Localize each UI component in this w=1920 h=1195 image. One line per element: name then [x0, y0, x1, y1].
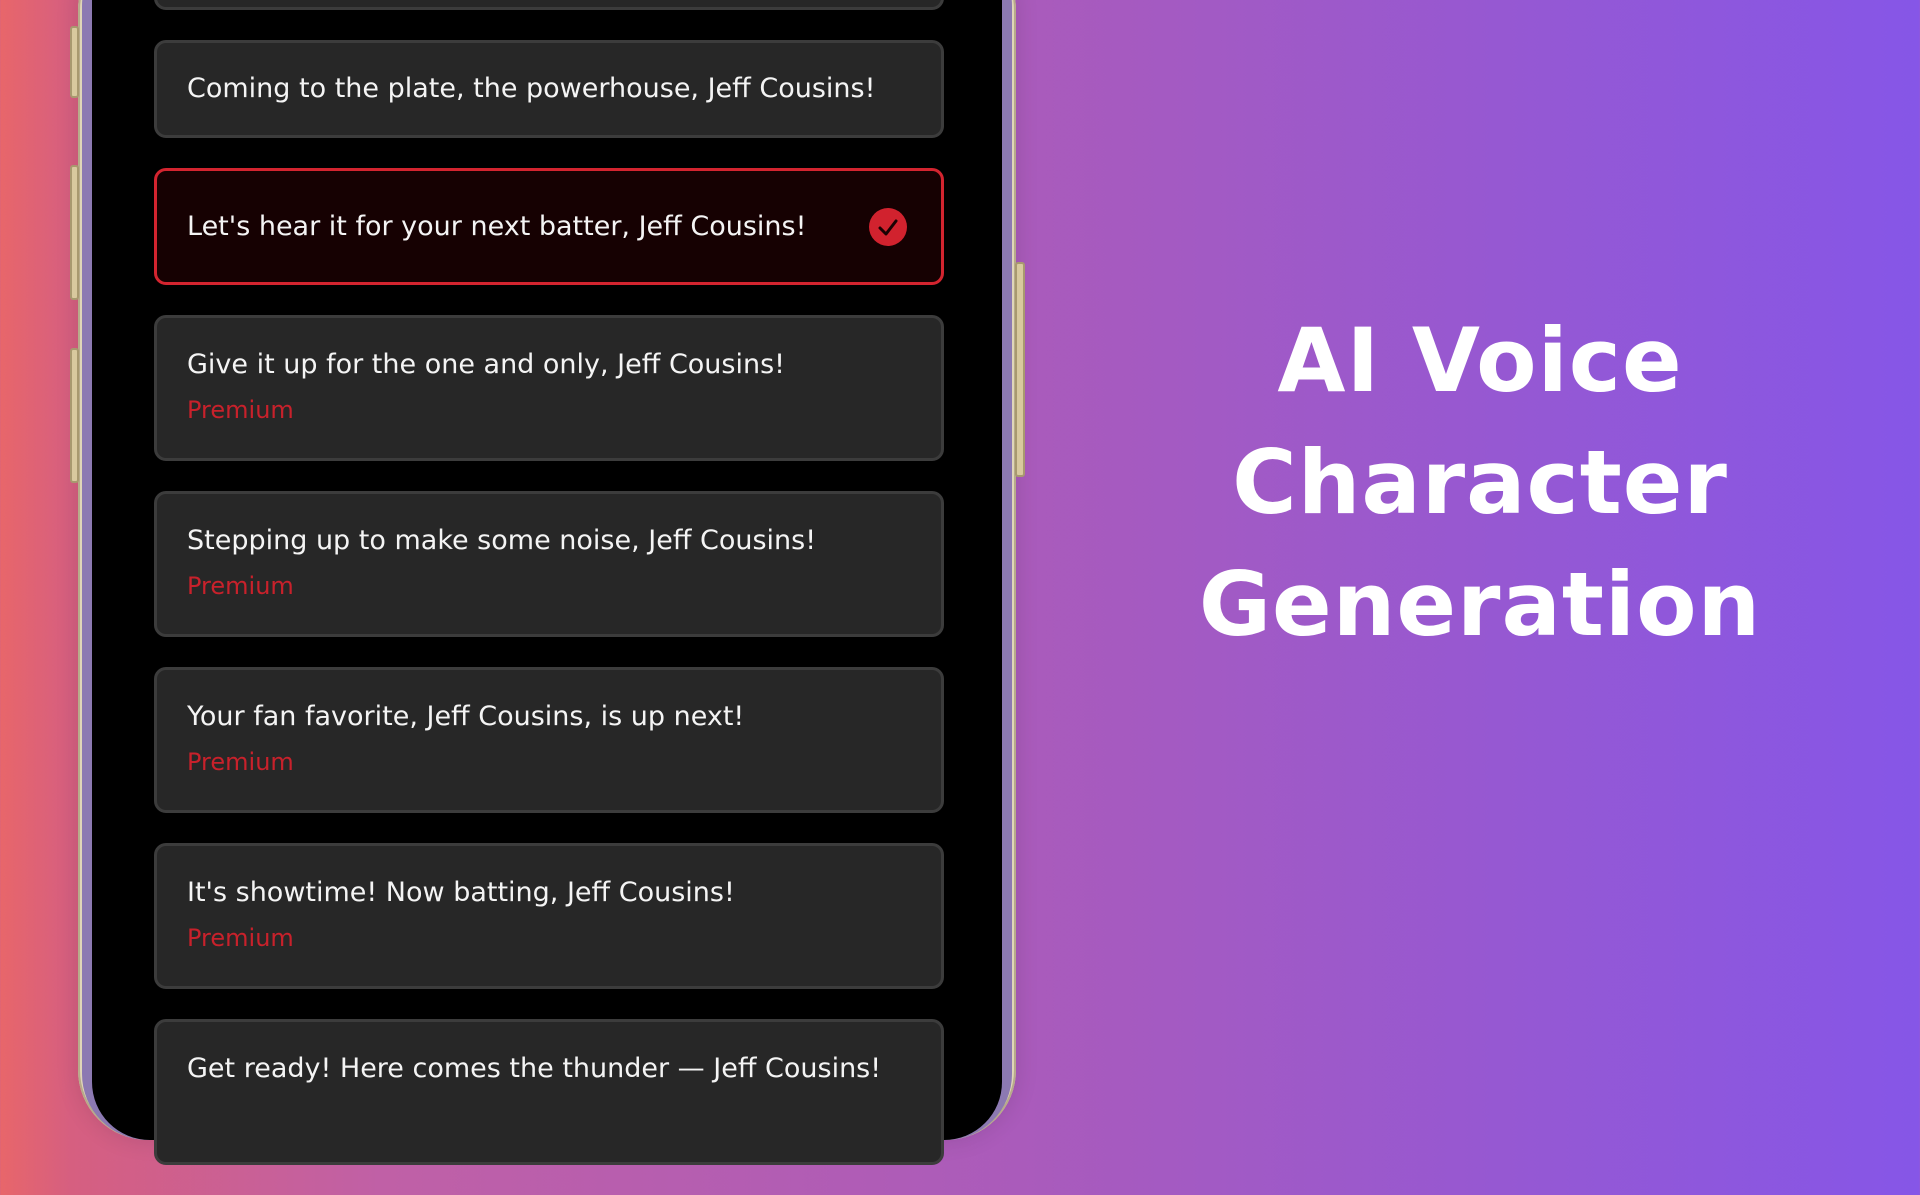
option-text: It's showtime! Now batting, Jeff Cousins… [187, 877, 735, 908]
premium-badge: Premium [187, 748, 294, 776]
premium-badge: Premium [187, 924, 294, 952]
announcement-option[interactable]: Give it up for the one and only, Jeff Co… [154, 315, 944, 461]
volume-up-button [70, 165, 79, 300]
announcement-option[interactable]: Coming to the plate, the powerhouse, Jef… [154, 40, 944, 138]
option-text: Let's hear it for your next batter, Jeff… [187, 210, 807, 242]
premium-badge: Premium [187, 396, 294, 424]
announcement-option[interactable]: Your fan favorite, Jeff Cousins, is up n… [154, 667, 944, 813]
volume-down-button [70, 348, 79, 483]
promo-headline: AI Voice Character Generation [1180, 300, 1780, 666]
announcement-option[interactable]: Stepping up to make some noise, Jeff Cou… [154, 491, 944, 637]
option-text: Get ready! Here comes the thunder — Jeff… [187, 1053, 882, 1084]
option-text: Give it up for the one and only, Jeff Co… [187, 349, 785, 380]
announcement-option[interactable] [154, 0, 944, 10]
checkmark-icon [869, 207, 907, 246]
option-text: Stepping up to make some noise, Jeff Cou… [187, 525, 817, 556]
headline-line: Character [1232, 431, 1728, 534]
announcement-option[interactable]: Get ready! Here comes the thunder — Jeff… [154, 1019, 944, 1165]
silent-switch [70, 26, 79, 98]
option-text: Your fan favorite, Jeff Cousins, is up n… [187, 701, 745, 732]
option-text: Coming to the plate, the powerhouse, Jef… [187, 73, 876, 104]
announcement-option[interactable]: It's showtime! Now batting, Jeff Cousins… [154, 843, 944, 989]
headline-line: AI Voice [1277, 309, 1683, 412]
announcement-option-selected[interactable]: Let's hear it for your next batter, Jeff… [154, 168, 944, 285]
power-button [1015, 262, 1025, 477]
headline-line: Generation [1198, 553, 1762, 656]
premium-badge: Premium [187, 572, 294, 600]
announcement-options-list: Coming to the plate, the powerhouse, Jef… [154, 0, 944, 1195]
